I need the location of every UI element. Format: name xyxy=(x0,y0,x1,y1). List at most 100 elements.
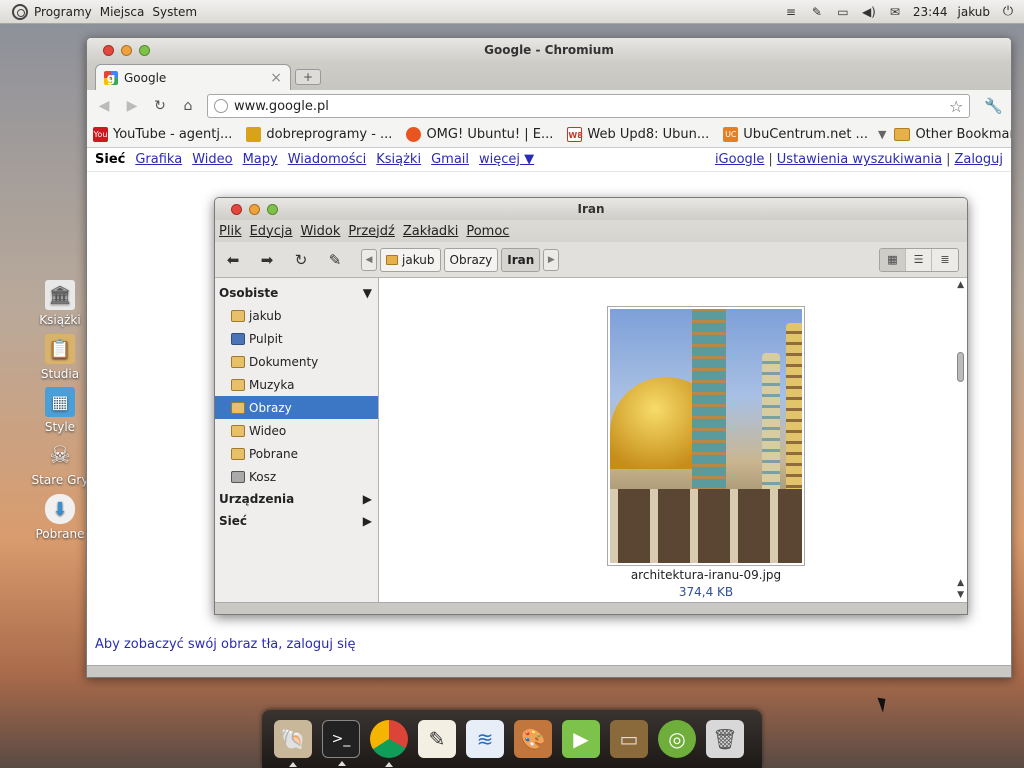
media-player-icon[interactable]: ▶ xyxy=(562,720,600,758)
terminal-icon[interactable]: >_ xyxy=(322,720,360,766)
close-icon[interactable] xyxy=(103,44,114,56)
menu-file[interactable]: Plik xyxy=(219,224,242,239)
chevron-down-icon[interactable]: ▼ xyxy=(363,286,372,300)
ubuntu-logo-icon[interactable] xyxy=(12,3,28,20)
ubuntu-software-icon[interactable]: ◎ xyxy=(658,720,696,758)
sidebar-item-jakub[interactable]: jakub xyxy=(215,304,378,327)
google-service-maps[interactable]: Mapy xyxy=(243,152,278,167)
trash-icon[interactable]: 🗑 xyxy=(706,720,744,758)
url-text[interactable]: www.google.pl xyxy=(234,99,329,114)
file-manager-titlebar[interactable]: Iran xyxy=(215,198,967,220)
google-service-gmail[interactable]: Gmail xyxy=(431,152,469,167)
breadcrumb-right-arrow-icon[interactable]: ▶ xyxy=(543,248,560,271)
menu-view[interactable]: Widok xyxy=(300,224,340,239)
writer-icon[interactable]: ≋ xyxy=(466,720,504,758)
sidebar-item-dokumenty[interactable]: Dokumenty xyxy=(215,350,378,373)
desktop-icon-ksiazki[interactable]: 🏛 Książki xyxy=(30,280,90,327)
tv-icon[interactable]: ▭ xyxy=(610,720,648,758)
scroll-up-icon[interactable]: ▲ xyxy=(957,280,964,290)
sidebar-section-network[interactable]: Sieć ▶ xyxy=(215,510,378,532)
bookmarks-overflow-chevron-icon[interactable]: ▼ xyxy=(878,128,886,141)
sidebar-item-pulpit[interactable]: Pulpit xyxy=(215,327,378,350)
back-arrow-icon[interactable]: ⬅ xyxy=(223,251,243,269)
reload-icon[interactable]: ↻ xyxy=(151,98,169,114)
user-name[interactable]: jakub xyxy=(958,5,991,19)
breadcrumb-iran[interactable]: Iran xyxy=(501,247,541,272)
power-icon[interactable]: ⏻ xyxy=(1000,4,1016,19)
sidebar-section-personal[interactable]: Osobiste ▼ xyxy=(215,282,378,304)
volume-icon[interactable]: ◀) xyxy=(861,5,877,19)
other-bookmarks-folder[interactable]: Other Bookmarks xyxy=(894,127,1011,142)
chromium-icon[interactable] xyxy=(370,720,408,767)
list-view-icon[interactable]: ☰ xyxy=(906,248,932,271)
menu-edit[interactable]: Edycja xyxy=(250,224,293,239)
igoogle-link[interactable]: iGoogle xyxy=(715,152,764,167)
bookmark-webupd8[interactable]: W8 Web Upd8: Ubun... xyxy=(567,127,709,142)
breadcrumb-left-arrow-icon[interactable]: ◀ xyxy=(361,248,377,271)
home-icon[interactable]: ⌂ xyxy=(179,98,197,114)
mail-icon[interactable]: ✉ xyxy=(887,5,903,19)
background-signin-link[interactable]: Aby zobaczyć swój obraz tła, zaloguj się xyxy=(95,637,355,652)
breadcrumb-obrazy[interactable]: Obrazy xyxy=(443,247,499,272)
desktop-icon-pobrane[interactable]: ⬇ Pobrane xyxy=(30,494,90,541)
desktop-icon-style[interactable]: ▦ Style xyxy=(30,387,90,434)
search-settings-link[interactable]: Ustawienia wyszukiwania xyxy=(777,152,942,167)
network-icon[interactable]: ✎ xyxy=(809,5,825,19)
google-service-video[interactable]: Wideo xyxy=(192,152,232,167)
sidebar-item-muzyka[interactable]: Muzyka xyxy=(215,373,378,396)
file-thumbnail[interactable] xyxy=(607,306,805,566)
sidebar-section-devices[interactable]: Urządzenia ▶ xyxy=(215,488,378,510)
text-editor-icon[interactable]: ✎ xyxy=(418,720,456,758)
menu-places[interactable]: Miejsca xyxy=(100,5,145,19)
scroll-thumb[interactable] xyxy=(957,352,964,382)
minimize-icon[interactable] xyxy=(121,44,132,56)
icon-view-icon[interactable]: ▦ xyxy=(880,248,906,271)
bookmark-ubucentrum[interactable]: UC UbuCentrum.net ... xyxy=(723,127,868,142)
chromium-titlebar[interactable]: Google - Chromium xyxy=(87,38,1011,62)
bookmark-star-icon[interactable]: ☆ xyxy=(949,97,963,116)
sidebar-item-wideo[interactable]: Wideo xyxy=(215,419,378,442)
google-service-news[interactable]: Wiadomości xyxy=(288,152,367,167)
shell-icon[interactable]: 🐚 xyxy=(274,720,312,767)
maximize-icon[interactable] xyxy=(139,44,150,56)
scroll-up-icon[interactable]: ▲ xyxy=(957,578,964,588)
desktop-icon-stare-gry[interactable]: ☠ Stare Gry xyxy=(30,440,90,487)
bookmark-dobreprogramy[interactable]: dobreprogramy - ... xyxy=(246,127,392,142)
google-service-books[interactable]: Książki xyxy=(376,152,421,167)
bookmark-youtube[interactable]: You YouTube - agentj... xyxy=(93,127,232,142)
forward-arrow-icon[interactable]: ▶ xyxy=(123,98,141,114)
menu-lines-icon[interactable]: ≡ xyxy=(783,5,799,19)
new-tab-button[interactable]: + xyxy=(295,69,321,85)
forward-arrow-icon[interactable]: ➡ xyxy=(257,251,277,269)
sidebar-item-obrazy[interactable]: Obrazy xyxy=(215,396,378,419)
tab-close-icon[interactable]: × xyxy=(270,70,282,86)
menu-bookmarks[interactable]: Zakładki xyxy=(403,224,458,239)
sidebar-item-pobrane[interactable]: Pobrane xyxy=(215,442,378,465)
bookmark-omg-ubuntu[interactable]: OMG! Ubuntu! | E... xyxy=(406,127,553,142)
edit-location-icon[interactable]: ✎ xyxy=(325,251,345,269)
desktop-icon-studia[interactable]: 📋 Studia xyxy=(30,334,90,381)
google-service-more[interactable]: więcej ▼ xyxy=(479,152,534,167)
reload-icon[interactable]: ↻ xyxy=(291,251,311,269)
scroll-down-icon[interactable]: ▼ xyxy=(957,590,964,600)
maximize-icon[interactable] xyxy=(267,203,278,215)
battery-icon[interactable]: ▭ xyxy=(835,5,851,19)
sign-in-link[interactable]: Zaloguj xyxy=(954,152,1003,167)
tab-google[interactable]: g Google × xyxy=(95,64,291,90)
compact-view-icon[interactable]: ≣ xyxy=(932,248,958,271)
breadcrumb-jakub[interactable]: jakub xyxy=(380,247,441,272)
vertical-scrollbar[interactable]: ▲ ▲ ▼ xyxy=(953,278,967,602)
chevron-right-icon[interactable]: ▶ xyxy=(363,492,372,506)
paint-icon[interactable]: 🎨 xyxy=(514,720,552,758)
menu-system[interactable]: System xyxy=(152,5,197,19)
menu-go[interactable]: Przejdź xyxy=(348,224,394,239)
minimize-icon[interactable] xyxy=(249,203,260,215)
clock[interactable]: 23:44 xyxy=(913,5,948,19)
menu-help[interactable]: Pomoc xyxy=(466,224,509,239)
chevron-right-icon[interactable]: ▶ xyxy=(363,514,372,528)
menu-applications[interactable]: Programy xyxy=(34,5,92,19)
back-arrow-icon[interactable]: ◀ xyxy=(95,98,113,114)
google-service-images[interactable]: Grafika xyxy=(135,152,182,167)
sidebar-item-kosz[interactable]: Kosz xyxy=(215,465,378,488)
address-bar[interactable]: www.google.pl ☆ xyxy=(207,94,971,118)
